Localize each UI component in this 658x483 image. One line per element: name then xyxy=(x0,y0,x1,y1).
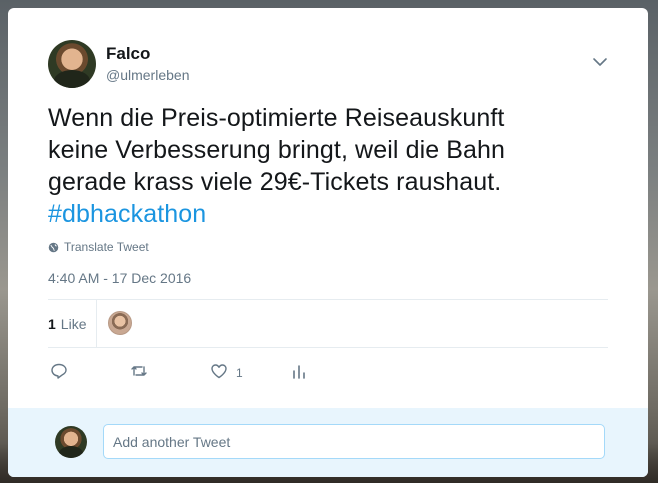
reply-button[interactable] xyxy=(50,360,68,382)
tweet-text-line: gerade krass viele 29€-Tickets raushaut. xyxy=(48,168,502,196)
hashtag-link[interactable]: #dbhackathon xyxy=(48,200,206,228)
likes-stat[interactable]: 1 Like xyxy=(48,300,97,347)
chevron-down-icon[interactable] xyxy=(592,54,608,70)
liker-avatar[interactable] xyxy=(108,311,132,335)
reply-icon xyxy=(51,363,67,379)
retweet-button[interactable] xyxy=(130,360,148,382)
tweet-stats: 1 Like xyxy=(48,299,608,348)
tweet-header: Falco @ulmerleben xyxy=(48,40,608,90)
like-count: 1 xyxy=(236,366,243,380)
tweet-timestamp[interactable]: 4:40 AM - 17 Dec 2016 xyxy=(48,270,191,286)
tweet-text: Wenn die Preis-optimierte Reiseauskunft … xyxy=(48,102,608,230)
analytics-icon xyxy=(293,365,305,379)
author-handle[interactable]: @ulmerleben xyxy=(106,67,189,83)
likes-count: 1 xyxy=(48,315,56,332)
translate-label: Translate Tweet xyxy=(64,240,149,254)
like-button[interactable]: 1 xyxy=(210,360,243,382)
retweet-icon xyxy=(131,366,147,376)
author-name[interactable]: Falco xyxy=(106,44,150,64)
author-avatar[interactable] xyxy=(48,40,96,88)
globe-icon xyxy=(48,242,59,252)
reply-composer: Add another Tweet xyxy=(8,408,648,477)
reply-input[interactable]: Add another Tweet xyxy=(103,424,605,459)
tweet-text-line: Wenn die Preis-optimierte Reiseauskunft xyxy=(48,104,505,132)
likes-label: Like xyxy=(60,315,87,332)
analytics-button[interactable] xyxy=(290,360,308,382)
translate-tweet-link[interactable]: Translate Tweet xyxy=(48,240,149,254)
tweet-actions: 1 xyxy=(48,360,608,386)
user-avatar xyxy=(55,426,87,458)
tweet-text-line: keine Verbesserung bringt, weil die Bahn xyxy=(48,136,506,164)
heart-icon xyxy=(211,364,227,379)
tweet-card: Falco @ulmerleben Wenn die Preis-optimie… xyxy=(8,8,648,477)
